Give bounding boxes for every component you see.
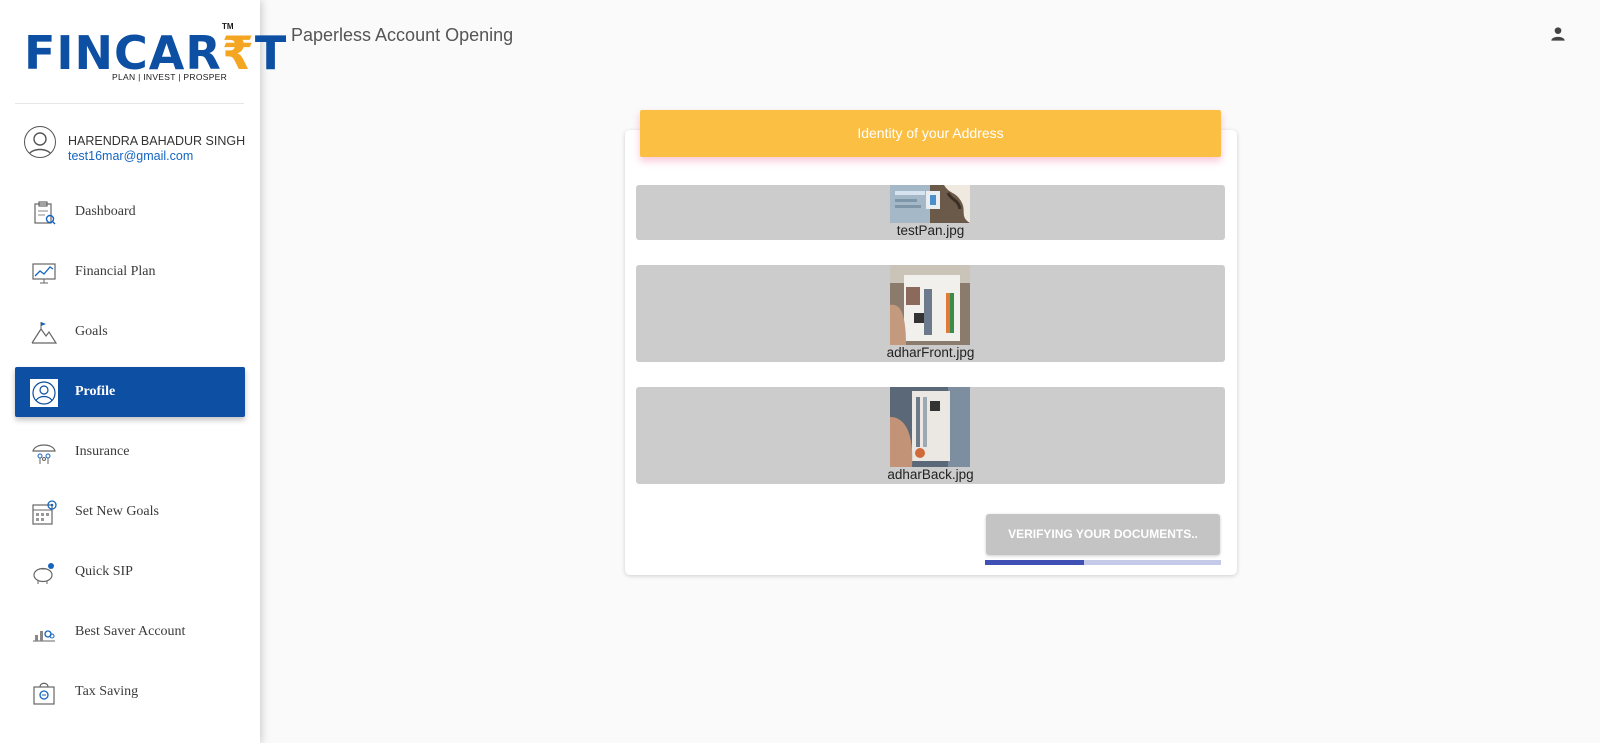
sidebar-item-label: Dashboard bbox=[75, 204, 136, 219]
sidebar-item-dashboard[interactable]: Dashboard bbox=[15, 187, 245, 237]
user-name: HARENDRA BAHADUR SINGH bbox=[68, 134, 246, 148]
progress-fill bbox=[985, 560, 1085, 565]
mountain-flag-icon bbox=[31, 322, 58, 344]
profile-icon bbox=[30, 379, 58, 407]
piggy-bank-icon bbox=[33, 563, 54, 584]
user-avatar-icon bbox=[24, 126, 56, 158]
sidebar-item-label: Set New Goals bbox=[75, 504, 159, 519]
sidebar-item-label: Tax Saving bbox=[75, 684, 139, 699]
sidebar-nav: Dashboard Financial Plan Goals Profile I… bbox=[15, 187, 245, 727]
document-thumbnail[interactable] bbox=[890, 265, 970, 345]
page-title: Paperless Account Opening bbox=[291, 25, 514, 45]
umbrella-family-icon bbox=[32, 444, 56, 464]
fincart-logo[interactable]: FINCAR₹T TM PLAN | INVEST | PROSPER bbox=[24, 20, 286, 86]
sidebar-item-financial-plan[interactable]: Financial Plan bbox=[15, 247, 245, 297]
card-title: Identity of your Address bbox=[640, 110, 1221, 157]
sidebar: FINCAR₹T TM PLAN | INVEST | PROSPER HARE… bbox=[0, 0, 286, 743]
sidebar-item-label: Financial Plan bbox=[75, 264, 156, 279]
sidebar-divider bbox=[15, 103, 244, 104]
document-item-aadhar-back[interactable]: adharBack.jpg bbox=[636, 387, 1225, 484]
sidebar-item-label: Insurance bbox=[75, 444, 130, 459]
sidebar-item-label: Best Saver Account bbox=[75, 624, 186, 639]
verify-documents-button[interactable]: VERIFYING YOUR DOCUMENTS.. bbox=[986, 514, 1220, 555]
user-info: HARENDRA BAHADUR SINGH test16mar@gmail.c… bbox=[24, 126, 254, 166]
sidebar-item-profile[interactable]: Profile bbox=[15, 367, 245, 417]
document-item-aadhar-front[interactable]: adharFront.jpg bbox=[636, 265, 1225, 362]
document-thumbnail[interactable] bbox=[890, 185, 970, 223]
person-icon[interactable] bbox=[1548, 24, 1568, 44]
sidebar-item-best-saver-account[interactable]: Best Saver Account bbox=[15, 607, 245, 657]
sidebar-item-insurance[interactable]: Insurance bbox=[15, 427, 245, 477]
dashboard-icon bbox=[34, 201, 56, 225]
tax-doc-icon bbox=[33, 682, 55, 705]
document-filename: testPan.jpg bbox=[896, 223, 965, 238]
sidebar-item-tax-saving[interactable]: Tax Saving bbox=[15, 667, 245, 717]
savings-chart-icon bbox=[33, 630, 55, 642]
sidebar-item-label: Goals bbox=[75, 324, 108, 339]
chart-board-icon bbox=[32, 263, 56, 284]
logo-tagline: PLAN | INVEST | PROSPER bbox=[112, 72, 228, 82]
user-email: test16mar@gmail.com bbox=[68, 149, 194, 163]
calendar-target-icon bbox=[32, 500, 57, 525]
document-filename: adharBack.jpg bbox=[887, 467, 974, 482]
document-item-pan[interactable]: testPan.jpg bbox=[636, 185, 1225, 240]
sidebar-item-label: Quick SIP bbox=[75, 564, 133, 579]
verification-progress-bar bbox=[985, 560, 1221, 565]
sidebar-item-goals[interactable]: Goals bbox=[15, 307, 245, 357]
logo-trademark: TM bbox=[222, 22, 234, 31]
sidebar-item-label: Profile bbox=[75, 384, 116, 399]
sidebar-item-quick-sip[interactable]: Quick SIP bbox=[15, 547, 245, 597]
sidebar-item-set-new-goals[interactable]: Set New Goals bbox=[15, 487, 245, 537]
document-filename: adharFront.jpg bbox=[886, 345, 975, 360]
logo-wordmark-end: T bbox=[254, 26, 288, 80]
document-thumbnail[interactable] bbox=[890, 387, 970, 467]
